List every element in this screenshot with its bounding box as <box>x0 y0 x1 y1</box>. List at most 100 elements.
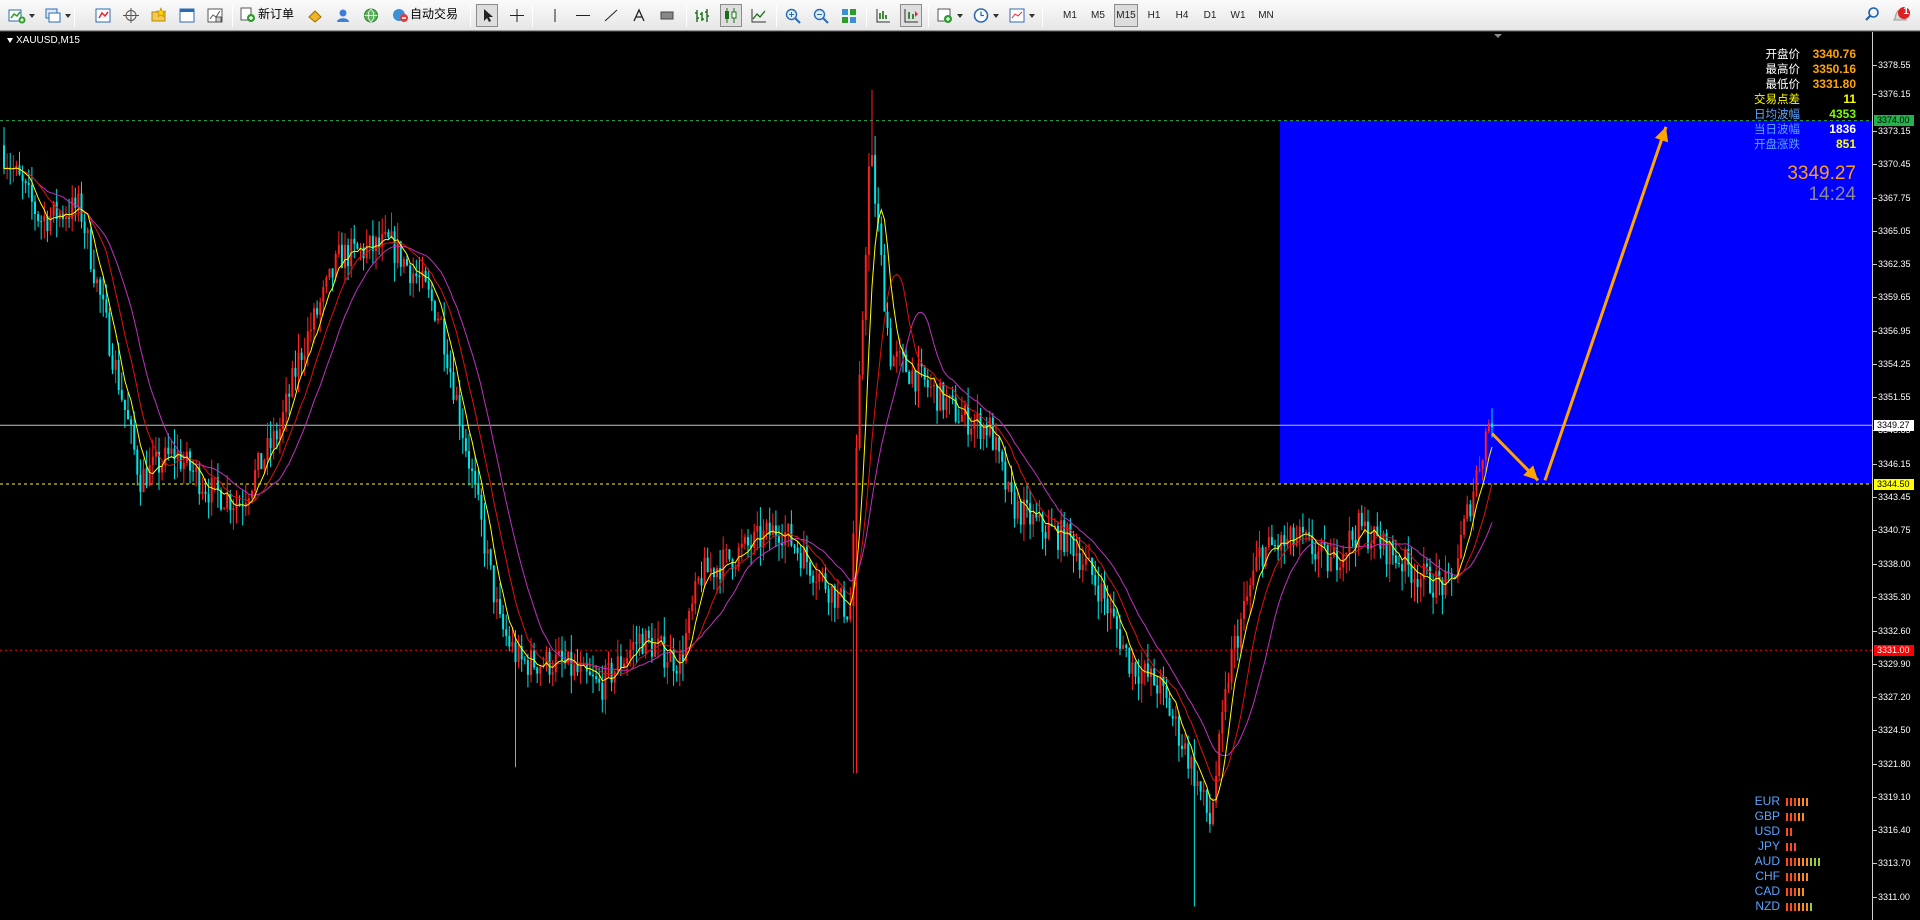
candle-body <box>418 275 421 277</box>
text-tool-button[interactable] <box>628 4 650 27</box>
options-button[interactable] <box>332 4 354 27</box>
timeframe-m15-button[interactable]: M15 <box>1114 4 1138 27</box>
candle-body <box>269 438 272 448</box>
candlestick-button[interactable] <box>720 4 742 27</box>
candle-body <box>694 581 697 604</box>
price-tick-label: 3329.90 <box>1878 658 1911 669</box>
candle-body <box>347 244 350 267</box>
candle-body <box>37 214 40 222</box>
search-icon <box>1865 7 1879 21</box>
zoom-out-button[interactable] <box>810 4 832 27</box>
candle-body <box>474 471 477 484</box>
auto-trading-button[interactable]: 自动交易 <box>390 4 458 27</box>
candle-body <box>1181 745 1183 749</box>
profiles-button[interactable] <box>42 4 71 27</box>
candle-body <box>827 589 830 603</box>
candle-body <box>1329 556 1332 572</box>
symbol-label: XAUUSD,M15 <box>7 35 80 46</box>
candle-body <box>86 229 89 234</box>
navigator-button[interactable] <box>148 4 170 27</box>
candle-body <box>1119 629 1121 649</box>
data-window-button[interactable] <box>120 4 142 27</box>
timeframe-m1-button[interactable]: M1 <box>1058 4 1082 27</box>
currency-row-eur: EUR <box>1740 794 1860 809</box>
target-level-tag: 3374.00 <box>1874 115 1914 127</box>
candle-body <box>960 414 963 422</box>
search-button[interactable] <box>1864 6 1880 27</box>
candle-body <box>1146 663 1149 677</box>
price-chart[interactable] <box>0 32 1872 920</box>
notification-bell-button[interactable]: 1 <box>1890 4 1912 26</box>
label-tool-button[interactable] <box>656 4 678 27</box>
line-chart-button[interactable] <box>748 4 770 27</box>
candle-body <box>753 531 756 548</box>
candle-body <box>1224 688 1227 713</box>
timeframe-h1-button[interactable]: H1 <box>1142 4 1166 27</box>
terminal-button[interactable] <box>176 4 198 27</box>
chart-shift-button[interactable] <box>872 4 894 27</box>
info-label: 开盘涨跌 <box>1754 137 1800 151</box>
trendline-button[interactable] <box>600 4 622 27</box>
candle-body <box>241 505 244 507</box>
candle-body <box>306 331 309 356</box>
candle-body <box>102 294 105 300</box>
vertical-line-button[interactable] <box>544 4 566 27</box>
signals-button[interactable] <box>360 4 382 27</box>
candle-body <box>514 642 517 663</box>
tile-windows-button[interactable] <box>838 4 860 27</box>
candle-body <box>294 367 297 377</box>
currency-row-aud: AUD <box>1740 854 1860 869</box>
chart-window[interactable]: XAUUSD,M15 开盘价 3340.76 最高价 3350.16 最低价 3331.8… <box>0 31 1920 920</box>
bar-chart-button[interactable] <box>692 4 714 27</box>
price-axis[interactable]: 3378.55 3376.15 3373.15 3370.45 3367.75 3365.… <box>1872 32 1920 920</box>
candle-body <box>80 193 83 222</box>
new-order-button[interactable]: 新订单 <box>238 4 294 27</box>
cursor-tool-button[interactable] <box>476 4 498 27</box>
candle-body <box>843 588 846 617</box>
candle-body <box>765 522 768 531</box>
market-watch-button[interactable] <box>92 4 114 27</box>
currency-row-chf: CHF <box>1740 869 1860 884</box>
strategy-tester-button[interactable] <box>204 4 226 27</box>
crosshair-tool-button[interactable] <box>506 4 528 27</box>
candle-body <box>461 425 464 439</box>
candle-body <box>784 531 787 546</box>
timeframe-m5-button[interactable]: M5 <box>1086 4 1110 27</box>
templates-button[interactable] <box>1006 4 1035 27</box>
timeframe-w1-button[interactable]: W1 <box>1226 4 1250 27</box>
candle-body <box>489 549 492 566</box>
timeframe-mn-button[interactable]: MN <box>1254 4 1278 27</box>
candle-body <box>223 508 226 510</box>
candle-body <box>1004 461 1007 490</box>
timeframe-d1-button[interactable]: D1 <box>1198 4 1222 27</box>
zoom-in-button[interactable] <box>782 4 804 27</box>
candle-body <box>1388 541 1391 565</box>
currency-strength-bars <box>1786 813 1806 821</box>
candle-body <box>1478 469 1481 471</box>
candle-body <box>1432 592 1435 598</box>
periods-button[interactable] <box>970 4 999 27</box>
candle-body <box>892 356 895 367</box>
candle-body <box>855 447 858 534</box>
candle-body <box>756 525 759 532</box>
candle-body <box>291 367 294 397</box>
horizontal-line-button[interactable] <box>572 4 594 27</box>
candle-body <box>480 494 483 520</box>
candle-body <box>1174 716 1177 719</box>
timeframe-h4-button[interactable]: H4 <box>1170 4 1194 27</box>
candle-body <box>793 545 796 548</box>
candle-body <box>722 549 725 580</box>
candle-body <box>396 241 399 264</box>
auto-scroll-button[interactable] <box>900 4 922 27</box>
indicators-button[interactable] <box>934 4 963 27</box>
candle-body <box>260 453 263 470</box>
candle-body <box>387 231 390 238</box>
metaeditor-button[interactable] <box>304 4 326 27</box>
new-chart-button[interactable] <box>6 4 35 27</box>
currency-name: USD <box>1754 824 1780 838</box>
candle-body <box>650 638 653 657</box>
candle-body <box>226 493 229 509</box>
toolbar-separator <box>532 5 533 27</box>
candle-body <box>440 318 443 320</box>
candle-body <box>127 410 129 420</box>
